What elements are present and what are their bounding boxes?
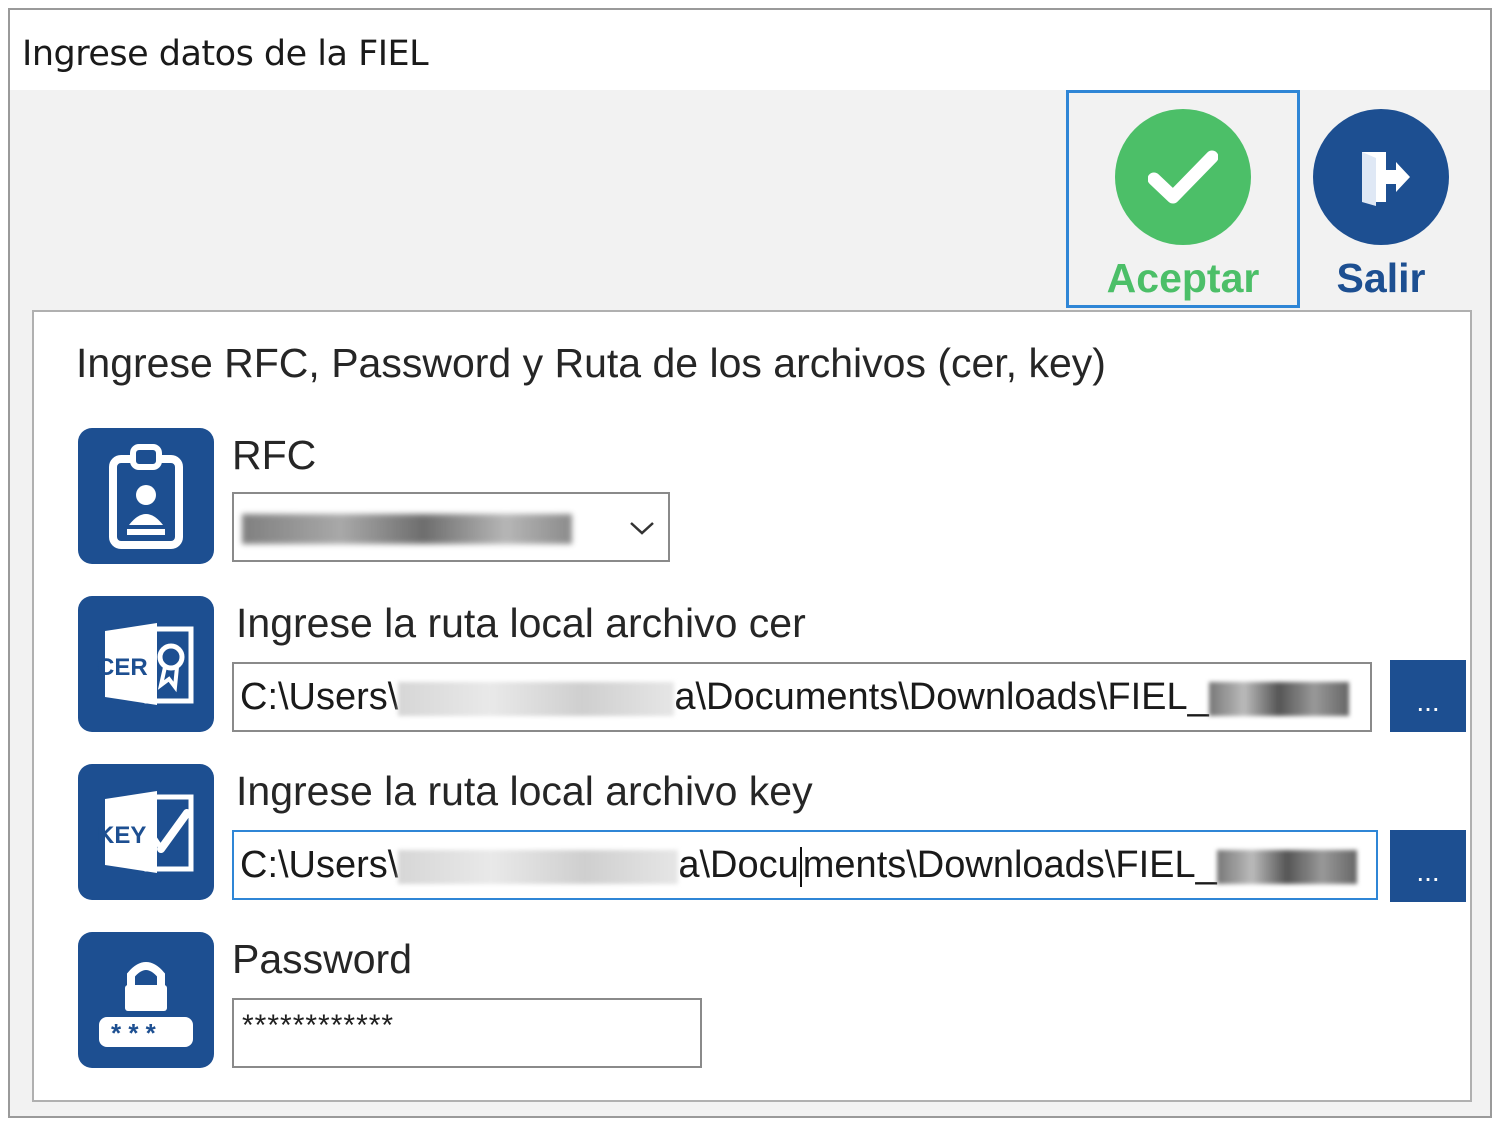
svg-text:KEY: KEY <box>97 822 146 849</box>
key-path-redacted-user <box>398 849 679 884</box>
panel-heading: Ingrese RFC, Password y Ruta de los arch… <box>76 340 1106 386</box>
svg-text:* * *: * * * <box>111 1018 157 1048</box>
id-badge-icon <box>78 428 214 564</box>
exit-label: Salir <box>1336 255 1426 301</box>
cer-path-redacted-file <box>1208 681 1349 716</box>
cer-path-input[interactable]: C:\Users\ a\Documents\Downloads\FIEL_ <box>232 662 1372 732</box>
key-file-icon: KEY <box>78 764 214 900</box>
chevron-down-icon <box>630 522 654 535</box>
svg-text:CER: CER <box>97 654 148 681</box>
cer-path-prefix: C:\Users\ <box>240 676 399 718</box>
key-path-redacted-file <box>1216 849 1357 884</box>
cer-browse-button[interactable]: ... <box>1390 660 1466 732</box>
cer-path-redacted-user <box>398 681 675 716</box>
key-path-prefix: C:\Users\ <box>240 844 399 886</box>
cer-label: Ingrese la ruta local archivo cer <box>236 600 806 646</box>
title-bar: Ingrese datos de la FIEL <box>10 10 1490 90</box>
text-caret <box>799 846 802 887</box>
key-browse-button[interactable]: ... <box>1390 830 1466 902</box>
fiel-panel: Ingrese RFC, Password y Ruta de los arch… <box>32 310 1472 1102</box>
cer-path-middle: a\Documents\Downloads\FIEL_ <box>674 676 1209 718</box>
password-label: Password <box>232 936 413 982</box>
key-path-middle-a: a\Docu <box>678 844 799 886</box>
rfc-redacted-value <box>242 514 572 544</box>
key-path-input[interactable]: C:\Users\ a\Docu ments\Downloads\FIEL_ <box>232 830 1378 900</box>
exit-button[interactable]: Salir <box>1306 90 1456 308</box>
rfc-label: RFC <box>232 432 317 478</box>
window-title: Ingrese datos de la FIEL <box>22 34 429 74</box>
checkmark-icon <box>1115 109 1251 245</box>
key-path-middle-b: ments\Downloads\FIEL_ <box>802 844 1217 886</box>
certificate-file-icon: CER <box>78 596 214 732</box>
rfc-select[interactable] <box>232 492 670 562</box>
password-input[interactable]: ************ <box>232 998 702 1068</box>
key-label: Ingrese la ruta local archivo key <box>236 768 813 814</box>
accept-label: Aceptar <box>1106 255 1260 301</box>
lock-password-icon: * * * <box>78 932 214 1068</box>
fiel-dialog: Ingrese datos de la FIEL Aceptar Salir I… <box>8 8 1492 1118</box>
exit-door-icon <box>1313 109 1449 245</box>
accept-button[interactable]: Aceptar <box>1066 90 1300 308</box>
